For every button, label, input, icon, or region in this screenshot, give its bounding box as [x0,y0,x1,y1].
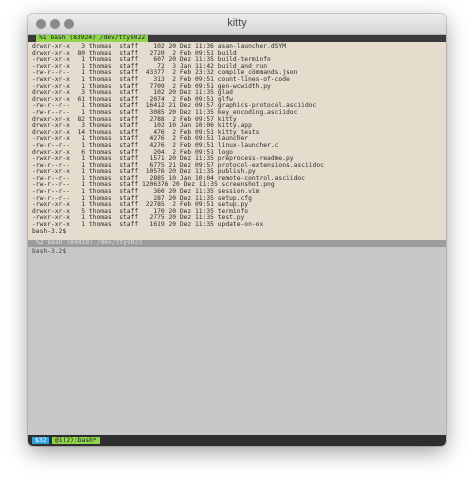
title-bar[interactable]: kitty [28,14,446,35]
window-tab-active[interactable]: @1(2):bash* [52,437,100,444]
bottom-pane-title-bar: %2 bash (84019) /dev/ttys023 [28,239,446,247]
terminal-window: kitty %1 bash (83924) /dev/ttys022 drwxr… [28,14,446,446]
terminal-area: %1 bash (83924) /dev/ttys022 drwxr-xr-x … [28,35,446,446]
bottom-pane-title: %2 bash (84019) /dev/ttys023 [36,239,143,246]
window-title: kitty [227,17,247,29]
top-pane[interactable]: %1 bash (83924) /dev/ttys022 drwxr-xr-x … [28,35,446,240]
tmux-status-bar: $32 @1(2):bash* [28,435,446,446]
directory-listing: drwxr-xr-x 3 thomas staff 102 20 Dez 11:… [32,43,324,235]
session-badge: $32 [32,437,50,444]
bottom-pane[interactable]: %2 bash (84019) /dev/ttys023 bash-3.2$ [28,239,446,435]
top-pane-prompt: bash-3.2$ [32,227,67,235]
top-pane-title: %1 bash (83924) /dev/ttys022 [36,35,149,42]
listing-line: -rwxr-xr-x 1 thomas staff 1619 20 Dez 11… [32,221,264,229]
bottom-pane-prompt: bash-3.2$ [32,248,67,255]
top-pane-title-bar: %1 bash (83924) /dev/ttys022 [28,35,446,42]
